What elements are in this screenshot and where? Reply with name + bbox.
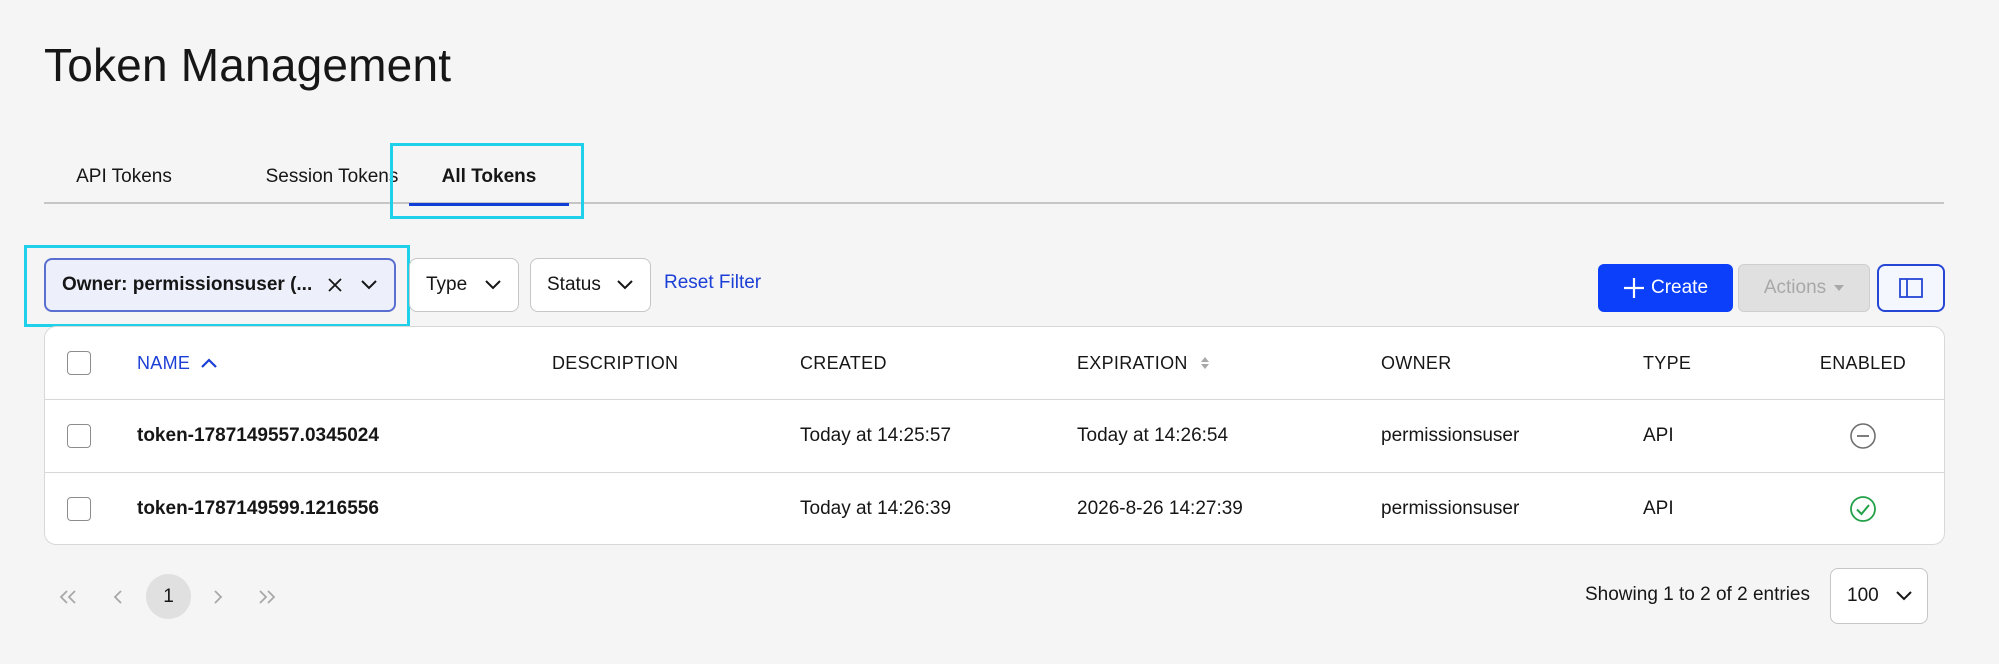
column-header-owner[interactable]: OWNER — [1381, 327, 1452, 399]
close-icon[interactable] — [326, 276, 344, 294]
sort-ascending-icon — [200, 357, 218, 369]
name-header-label: NAME — [137, 352, 191, 373]
token-created: Today at 14:26:39 — [800, 498, 952, 519]
plus-icon — [1623, 277, 1645, 299]
owner-filter-chip[interactable]: Owner: permissionsuser (... — [44, 258, 396, 312]
token-name[interactable]: token-1787149557.0345024 — [137, 400, 379, 472]
token-expiration: Today at 14:26:54 — [1077, 425, 1229, 446]
chevron-down-icon[interactable] — [360, 276, 378, 294]
actions-button-label: Actions — [1763, 277, 1827, 298]
status-filter-label: Status — [547, 274, 601, 295]
actions-button[interactable]: Actions — [1738, 264, 1870, 312]
token-owner: permissionsuser — [1381, 498, 1520, 519]
column-header-expiration[interactable]: EXPIRATION — [1077, 327, 1210, 399]
sort-icon — [1200, 356, 1210, 370]
create-button[interactable]: Create — [1598, 264, 1733, 312]
select-all-checkbox[interactable] — [67, 351, 91, 375]
row-checkbox[interactable] — [67, 497, 91, 521]
chevron-right-icon — [212, 589, 224, 605]
column-header-type[interactable]: TYPE — [1643, 327, 1691, 399]
tab-all-tokens[interactable]: All Tokens — [409, 150, 569, 206]
tab-api-tokens[interactable]: API Tokens — [44, 150, 204, 204]
chevron-down-icon — [484, 276, 502, 294]
disabled-icon — [1849, 422, 1877, 450]
next-page-button[interactable] — [200, 574, 236, 620]
chevron-down-icon — [616, 276, 634, 294]
columns-icon — [1899, 278, 1923, 298]
chevron-down-icon — [1895, 590, 1913, 602]
token-name[interactable]: token-1787149599.1216556 — [137, 473, 379, 544]
table-row[interactable]: token-1787149599.1216556 Today at 14:26:… — [45, 472, 1944, 544]
current-page-button[interactable]: 1 — [146, 574, 191, 619]
column-header-name[interactable]: NAME — [137, 327, 218, 399]
page-size-value: 100 — [1847, 585, 1879, 606]
page-size-select[interactable]: 100 — [1830, 568, 1928, 624]
caret-down-icon — [1834, 285, 1845, 291]
last-page-button[interactable] — [247, 574, 287, 620]
tab-bar: API Tokens Session Tokens All Tokens — [44, 150, 1944, 206]
token-type: API — [1643, 498, 1674, 519]
first-page-button[interactable] — [48, 574, 88, 620]
chevron-left-icon — [112, 589, 124, 605]
expiration-header-label: EXPIRATION — [1077, 352, 1188, 373]
create-button-label: Create — [1650, 277, 1709, 298]
entries-summary: Showing 1 to 2 of 2 entries — [1585, 584, 1810, 605]
reset-filter-link[interactable]: Reset Filter — [664, 272, 761, 294]
row-checkbox[interactable] — [67, 424, 91, 448]
column-header-created[interactable]: CREATED — [800, 327, 887, 399]
status-filter-dropdown[interactable]: Status — [530, 258, 651, 312]
token-owner: permissionsuser — [1381, 425, 1520, 446]
type-filter-dropdown[interactable]: Type — [409, 258, 519, 312]
column-settings-button[interactable] — [1877, 264, 1945, 312]
token-created: Today at 14:25:57 — [800, 425, 952, 446]
token-enabled — [1803, 473, 1923, 544]
table-header-row: NAME DESCRIPTION CREATED EXPIRATION OWNE… — [45, 327, 1944, 399]
column-header-description: DESCRIPTION — [552, 352, 679, 373]
table-row[interactable]: token-1787149557.0345024 Today at 14:25:… — [45, 399, 1944, 472]
token-enabled — [1803, 400, 1923, 472]
column-header-enabled[interactable]: ENABLED — [1803, 327, 1923, 399]
page-title: Token Management — [44, 39, 452, 91]
double-chevron-right-icon — [256, 589, 278, 605]
check-circle-icon — [1849, 495, 1877, 523]
token-type: API — [1643, 425, 1674, 446]
type-filter-label: Type — [426, 274, 468, 295]
tokens-table: NAME DESCRIPTION CREATED EXPIRATION OWNE… — [44, 326, 1945, 545]
previous-page-button[interactable] — [100, 574, 136, 620]
token-expiration: 2026-8-26 14:27:39 — [1077, 498, 1243, 519]
tab-session-tokens[interactable]: Session Tokens — [224, 150, 440, 204]
double-chevron-left-icon — [57, 589, 79, 605]
owner-filter-label: Owner: permissionsuser (... — [62, 274, 313, 295]
